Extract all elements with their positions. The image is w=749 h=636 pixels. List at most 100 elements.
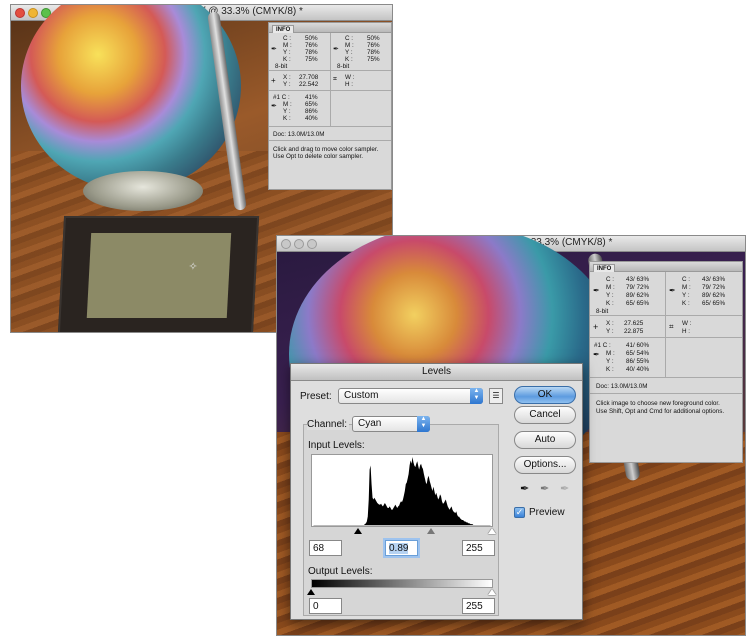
label-h: H :: [345, 81, 354, 88]
sampler-value-c: 41/ 60%: [626, 342, 650, 349]
value-c: 43/ 63%: [702, 276, 726, 283]
value-y-coord: 22.875: [624, 328, 644, 335]
channel-select[interactable]: Cyan ▲ ▼: [352, 416, 430, 432]
sampler-label-c: #1 C :: [594, 342, 611, 349]
label-y-coord: Y :: [283, 81, 291, 88]
input-levels-label: Input Levels:: [308, 440, 365, 451]
value-k: 65/ 65%: [702, 300, 726, 307]
histogram[interactable]: [311, 454, 493, 527]
color-sampler-marker[interactable]: ✧: [188, 260, 198, 273]
value-x: 27.708: [299, 74, 319, 81]
selection-size-icon: ⌗: [669, 322, 674, 331]
sampler-label-y: Y :: [606, 358, 614, 365]
input-gamma-slider[interactable]: [427, 528, 435, 534]
input-white-field[interactable]: 255: [462, 540, 495, 556]
input-white-slider[interactable]: [488, 528, 496, 534]
eyedropper-icon: ✒: [669, 286, 676, 295]
label-c: C :: [606, 276, 615, 283]
crosshair-icon: +: [271, 76, 276, 85]
input-black-field[interactable]: 68: [309, 540, 342, 556]
eyedropper-icon: ✒: [271, 46, 277, 53]
channel-label: Channel:: [307, 419, 350, 430]
list-menu-icon: ☰: [492, 391, 500, 400]
value-m: 79/ 72%: [702, 284, 726, 291]
chevron-updown-icon: ▲ ▼: [417, 416, 430, 432]
preset-label: Preset:: [300, 391, 332, 402]
eyedropper-icon: ✒: [593, 350, 600, 359]
label-y-coord: Y :: [606, 328, 614, 335]
label-k: K :: [682, 300, 690, 307]
crosshair-icon: +: [593, 322, 599, 332]
value-m: 76%: [367, 42, 380, 49]
sampler-value-m: 65/ 54%: [626, 350, 650, 357]
globe-base: [83, 171, 203, 211]
sampler-value-k: 40%: [305, 115, 318, 122]
value-m: 79/ 72%: [626, 284, 650, 291]
histogram-shape: [313, 456, 491, 526]
black-eyedropper-icon[interactable]: ✒: [520, 482, 529, 495]
value-x: 27.625: [624, 320, 644, 327]
bit-depth: 8-bit: [275, 63, 288, 70]
cancel-button[interactable]: Cancel: [514, 406, 576, 424]
sampler-label-k: K :: [606, 366, 614, 373]
output-white-field[interactable]: 255: [462, 598, 495, 614]
info-hint: Click and drag to move color sampler. Us…: [273, 146, 379, 160]
channel-value: Cyan: [358, 418, 382, 429]
doc-size: Doc: 13.0M/13.0M: [596, 383, 648, 390]
value-y: 89/ 62%: [626, 292, 650, 299]
value-k: 75%: [305, 56, 318, 63]
label-k: K :: [606, 300, 614, 307]
value-y-coord: 22.542: [299, 81, 319, 88]
label-c: C :: [682, 276, 691, 283]
value-c: 50%: [305, 35, 318, 42]
info-hint: Click image to choose new foreground col…: [596, 400, 725, 415]
sampler-value-y: 86/ 55%: [626, 358, 650, 365]
chevron-updown-icon: ▲ ▼: [470, 388, 483, 404]
sampler-label-m: M :: [283, 101, 292, 108]
label-m: M :: [682, 284, 691, 291]
label-m: M :: [345, 42, 354, 49]
value-y: 89/ 62%: [702, 292, 726, 299]
label-k: K :: [283, 56, 291, 63]
output-levels-label: Output Levels:: [308, 566, 373, 577]
dialog-title: Levels: [291, 364, 582, 381]
gamma-value: 0.89: [389, 543, 409, 554]
value-y: 78%: [367, 49, 380, 56]
tab-info[interactable]: INFO: [593, 264, 616, 272]
input-slider-track: [311, 528, 493, 536]
tab-info[interactable]: INFO: [272, 25, 295, 33]
eyedropper-icon: ✒: [271, 103, 277, 110]
auto-button[interactable]: Auto: [514, 431, 576, 449]
white-eyedropper-icon[interactable]: ✒: [560, 482, 569, 495]
preset-value: Custom: [344, 390, 379, 401]
sampler-label-k: K :: [283, 115, 291, 122]
label-y: Y :: [283, 49, 291, 56]
preset-select[interactable]: Custom ▲ ▼: [338, 388, 483, 404]
graycard: ✧: [57, 216, 260, 332]
label-h: H :: [682, 328, 691, 335]
input-gamma-field[interactable]: 0.89: [385, 540, 418, 556]
output-black-slider[interactable]: [307, 589, 315, 595]
input-black-slider[interactable]: [354, 528, 362, 534]
value-y: 78%: [305, 49, 318, 56]
label-y: Y :: [682, 292, 690, 299]
gray-eyedropper-icon[interactable]: ✒: [540, 482, 549, 495]
sampler-value-c: 41%: [305, 94, 318, 101]
options-button[interactable]: Options...: [514, 456, 576, 474]
info-panel: INFO ✒ C : M : Y : K : 8-bit 43/ 63% 79/…: [589, 261, 743, 463]
sampler-label-c: #1 C :: [273, 94, 290, 101]
info-panel: INFO ✒ C : M : Y : K : 8-bit 50% 76% 78%…: [268, 22, 392, 190]
output-gradient: [311, 579, 493, 588]
value-m: 76%: [305, 42, 318, 49]
bit-depth: 8-bit: [596, 308, 609, 315]
preview-checkbox[interactable]: ✓: [514, 507, 525, 518]
preset-options-button[interactable]: ☰: [489, 388, 503, 404]
preview-label: Preview: [529, 507, 565, 518]
label-w: W :: [682, 320, 692, 327]
output-white-slider[interactable]: [488, 589, 496, 595]
output-black-field[interactable]: 0: [309, 598, 342, 614]
label-y: Y :: [345, 49, 353, 56]
sampler-label-m: M :: [606, 350, 615, 357]
ok-button[interactable]: OK: [514, 386, 576, 404]
value-c: 43/ 63%: [626, 276, 650, 283]
